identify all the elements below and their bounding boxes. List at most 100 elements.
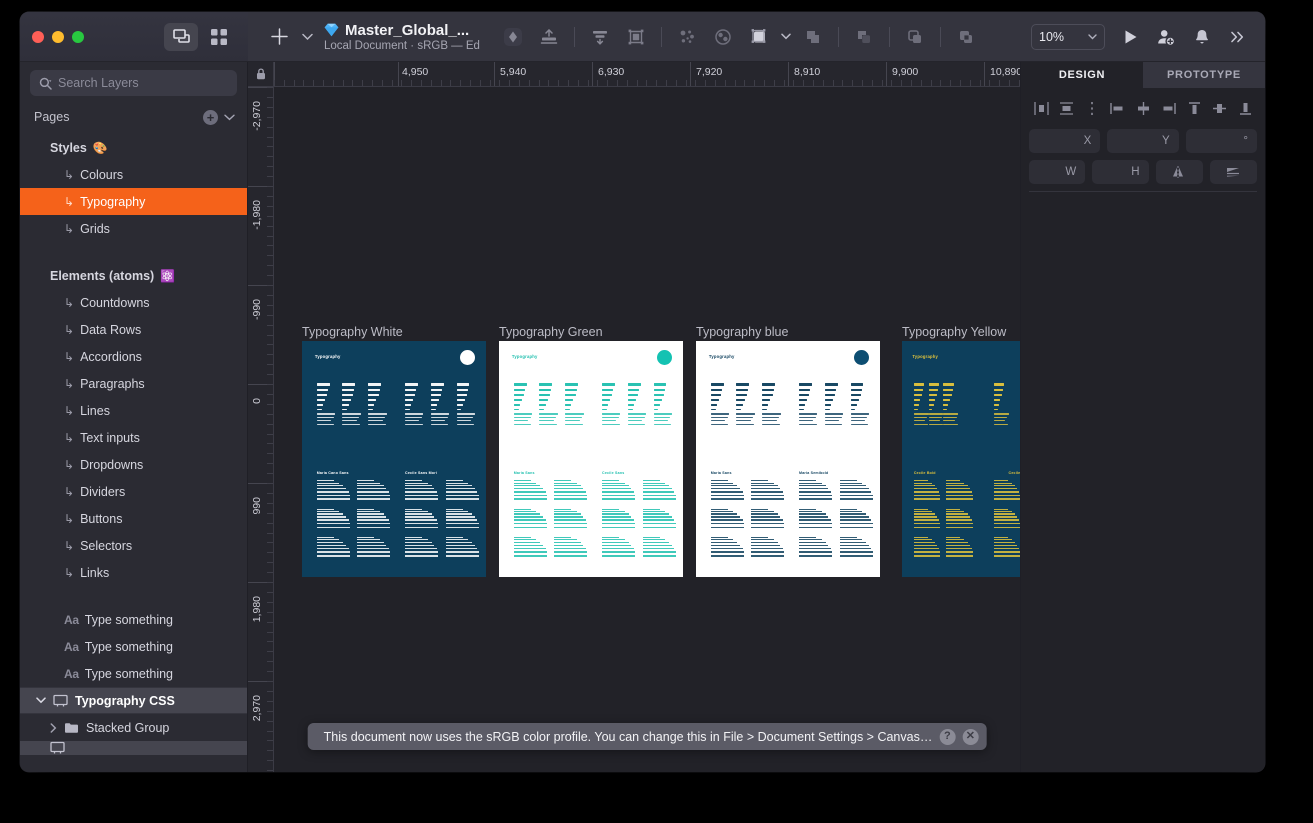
tab-prototype[interactable]: PROTOTYPE [1143, 62, 1265, 88]
sidebar-item-links[interactable]: ↳ Links [20, 559, 247, 586]
align-bottom-icon[interactable] [1235, 98, 1255, 118]
y-field[interactable]: Y [1107, 129, 1179, 153]
specimen-line [445, 539, 469, 541]
sketch-window: Master_Global_... Local Document · sRGB … [20, 12, 1265, 772]
artboard-typography-blue[interactable]: Typography Maria Sans Maria Semibold [696, 341, 880, 577]
difference-icon[interactable] [949, 20, 983, 54]
list-item[interactable]: Aa Type something [20, 606, 247, 633]
sidebar-item-elements-atoms[interactable]: Elements (atoms) ⚛️ [20, 262, 247, 289]
tab-design[interactable]: DESIGN [1021, 62, 1143, 88]
play-preview-icon[interactable] [1113, 20, 1147, 54]
sidebar-item-paragraphs[interactable]: ↳ Paragraphs [20, 370, 247, 397]
h-field[interactable]: H [1092, 160, 1149, 184]
specimen-line [316, 423, 335, 425]
specimen-line [751, 513, 778, 515]
close-window-button[interactable] [32, 30, 44, 43]
sidebar-item-countdowns[interactable]: ↳ Countdowns [20, 289, 247, 316]
notifications-bell-icon[interactable] [1185, 20, 1219, 54]
sidebar-item-styles[interactable]: Styles 🎨 [20, 134, 247, 161]
vertical-ruler[interactable]: -2,970 -1,980 -990 0 990 1,980 2,970 [248, 87, 274, 772]
artboard-title[interactable]: Typography White [302, 325, 403, 339]
horizontal-ruler[interactable]: 4,950 5,940 6,930 7,920 8,910 9,900 10,8… [248, 62, 1020, 87]
layer-typography-css[interactable]: Typography CSS [20, 687, 247, 714]
chevron-down-icon[interactable] [778, 20, 794, 54]
zoom-level-selector[interactable]: 10% [1031, 23, 1105, 50]
sidebar-item-selectors[interactable]: ↳ Selectors [20, 532, 247, 559]
specimen-line [513, 551, 547, 553]
artboard-title[interactable]: Typography blue [696, 325, 788, 339]
sidebar-item-accordions[interactable]: ↳ Accordions [20, 343, 247, 370]
align-middle-icon[interactable] [1133, 98, 1153, 118]
artboard-typography-green[interactable]: Typography Maria Sans Cecile Sans [499, 341, 683, 577]
list-item[interactable]: Aa Type something [20, 660, 247, 687]
specimen-column [602, 383, 621, 427]
sidebar-item-buttons[interactable]: ↳ Buttons [20, 505, 247, 532]
close-icon[interactable]: ✕ [962, 728, 979, 745]
specimen-line [710, 399, 719, 402]
ruler-tick [267, 502, 273, 504]
chevron-down-icon[interactable] [298, 20, 316, 54]
sidebar-item-dividers[interactable]: ↳ Dividers [20, 478, 247, 505]
chevron-right-icon[interactable] [50, 722, 57, 733]
mask-icon[interactable] [496, 20, 530, 54]
help-icon[interactable]: ? [939, 728, 956, 745]
canvas-view-icon[interactable] [164, 22, 198, 51]
intersect-icon[interactable] [898, 20, 932, 54]
sidebar-item-text-inputs[interactable]: ↳ Text inputs [20, 424, 247, 451]
canvas[interactable]: Typography White Typography Maria Cano Sa… [274, 87, 1020, 772]
union-icon[interactable] [796, 20, 830, 54]
scale-icon[interactable] [619, 20, 653, 54]
specimen-line [762, 399, 771, 402]
x-field[interactable]: X [1029, 129, 1101, 153]
align-top-icon[interactable] [1184, 98, 1204, 118]
list-item[interactable] [20, 741, 247, 755]
ruler-tick [267, 611, 273, 613]
align-center-vertical-icon[interactable] [1210, 98, 1230, 118]
layer-stacked-group[interactable]: Stacked Group [20, 714, 247, 741]
align-edge-left-icon[interactable] [1108, 98, 1128, 118]
ruler-tick [597, 80, 599, 86]
sidebar-item-data-rows[interactable]: ↳ Data Rows [20, 316, 247, 343]
insert-button[interactable] [262, 20, 296, 54]
flatten-icon[interactable] [670, 20, 704, 54]
search-input[interactable]: Search Layers [30, 70, 237, 96]
component-icon[interactable] [742, 20, 776, 54]
ruler-tick [793, 80, 795, 86]
flip-vertical-icon[interactable] [1209, 160, 1257, 184]
grid-view-icon[interactable] [202, 23, 236, 51]
rotation-field[interactable]: ° [1185, 129, 1257, 153]
chevron-down-icon[interactable] [36, 697, 46, 704]
artboard-title[interactable]: Typography Green [499, 325, 603, 339]
add-collaborator-icon[interactable] [1149, 20, 1183, 54]
align-edge-right-icon[interactable] [1159, 98, 1179, 118]
artboard-title[interactable]: Typography Yellow [902, 325, 1006, 339]
zoom-window-button[interactable] [72, 30, 84, 43]
sidebar-item-typography[interactable]: ↳ Typography [20, 188, 247, 215]
artboard-typography-yellow[interactable]: Typography Cecile Bold Cecile Semibold [902, 341, 1020, 577]
rotate-copies-icon[interactable] [706, 20, 740, 54]
overflow-chevrons-icon[interactable] [1221, 20, 1255, 54]
chevron-down-icon[interactable] [224, 114, 235, 121]
sidebar-item-colours[interactable]: ↳ Colours [20, 161, 247, 188]
specimen-line [913, 522, 941, 525]
align-left-icon[interactable] [1031, 98, 1051, 118]
flip-horizontal-icon[interactable] [1155, 160, 1203, 184]
sidebar-item-lines[interactable]: ↳ Lines [20, 397, 247, 424]
ruler-lock-icon[interactable] [248, 62, 274, 86]
artboard-typography-white[interactable]: Typography Maria Cano Sans Cecile Sans Mor… [302, 341, 486, 577]
distribute-vertical-icon[interactable] [583, 20, 617, 54]
align-distribute-icon[interactable] [1082, 98, 1102, 118]
ruler-tick [267, 294, 273, 296]
plus-circle-icon[interactable]: + [203, 109, 218, 125]
minimize-window-button[interactable] [52, 30, 64, 43]
document-title-block[interactable]: Master_Global_... Local Document · sRGB … [324, 22, 480, 52]
align-center-horizontal-icon[interactable] [1057, 98, 1077, 118]
sidebar-item-dropdowns[interactable]: ↳ Dropdowns [20, 451, 247, 478]
specimen-line [357, 547, 389, 550]
specimen-line [456, 399, 465, 402]
sidebar-item-grids[interactable]: ↳ Grids [20, 215, 247, 242]
subtract-icon[interactable] [847, 20, 881, 54]
w-field[interactable]: W [1029, 160, 1086, 184]
align-vertical-top-icon[interactable] [532, 20, 566, 54]
list-item[interactable]: Aa Type something [20, 633, 247, 660]
